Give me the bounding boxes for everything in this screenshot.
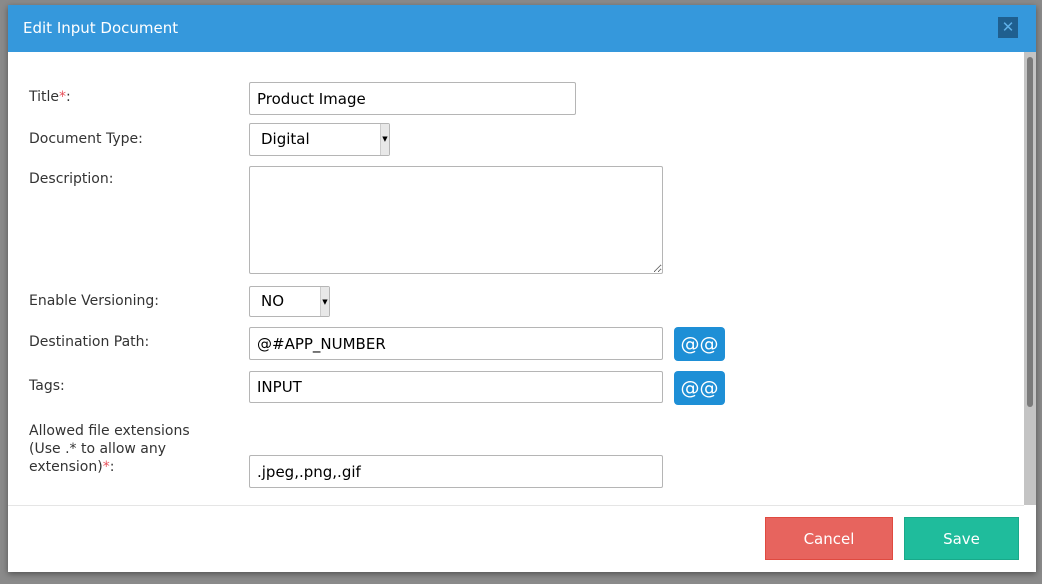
document-type-select[interactable]: Digital ▼ bbox=[249, 123, 390, 156]
close-icon[interactable]: ✕ bbox=[998, 17, 1018, 38]
title-label: Title*: bbox=[29, 89, 71, 105]
title-input[interactable] bbox=[249, 82, 576, 115]
tags-input[interactable] bbox=[249, 371, 663, 403]
dialog-title: Edit Input Document bbox=[23, 19, 179, 37]
chevron-down-icon: ▼ bbox=[320, 287, 329, 316]
enable-versioning-select[interactable]: NO ▼ bbox=[249, 286, 330, 317]
chevron-down-icon: ▼ bbox=[380, 124, 389, 155]
enable-versioning-label: Enable Versioning: bbox=[29, 293, 159, 309]
scrollbar[interactable] bbox=[1024, 52, 1036, 505]
description-textarea[interactable] bbox=[249, 166, 663, 274]
tags-label: Tags: bbox=[29, 378, 65, 394]
edit-input-document-dialog: Edit Input Document ✕ Title*: Document T… bbox=[8, 5, 1036, 572]
dialog-header: Edit Input Document ✕ bbox=[8, 5, 1036, 52]
destination-path-variable-button[interactable]: @@ bbox=[674, 327, 725, 361]
cancel-button[interactable]: Cancel bbox=[765, 517, 893, 560]
scrollbar-thumb[interactable] bbox=[1027, 57, 1033, 407]
allowed-extensions-label: Allowed file extensions (Use .* to allow … bbox=[29, 423, 190, 475]
save-button[interactable]: Save bbox=[904, 517, 1019, 560]
tags-variable-button[interactable]: @@ bbox=[674, 371, 725, 405]
enable-versioning-value: NO bbox=[261, 292, 285, 310]
destination-path-input[interactable] bbox=[249, 327, 663, 360]
destination-path-label: Destination Path: bbox=[29, 334, 150, 350]
document-type-label: Document Type: bbox=[29, 131, 143, 147]
document-type-value: Digital bbox=[261, 130, 310, 148]
footer-divider bbox=[8, 505, 1024, 506]
description-label: Description: bbox=[29, 171, 114, 187]
allowed-extensions-input[interactable] bbox=[249, 455, 663, 488]
